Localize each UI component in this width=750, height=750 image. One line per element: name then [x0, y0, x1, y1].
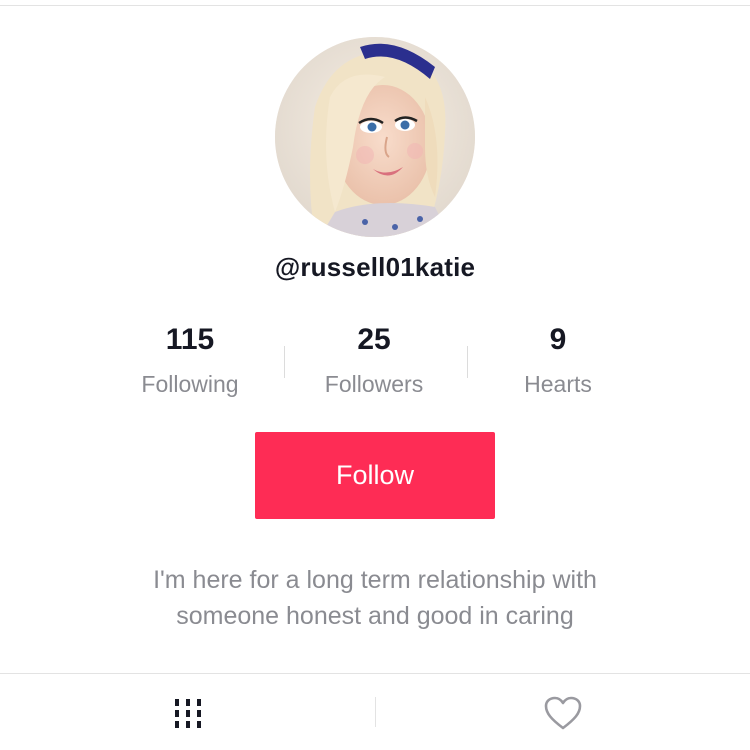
hearts-count: 9	[549, 323, 567, 356]
followers-stat[interactable]: 25 Followers	[284, 318, 464, 404]
following-count: 115	[165, 323, 215, 356]
hearts-stat: 9 Hearts	[468, 318, 648, 404]
tab-videos[interactable]	[130, 680, 245, 745]
bio-line-2: someone honest and good in caring	[176, 602, 574, 630]
avatar-image	[275, 37, 475, 237]
following-label: Following	[141, 371, 239, 397]
followers-label: Followers	[324, 371, 424, 397]
top-divider	[0, 5, 750, 6]
bio: I'm here for a long term relationship wi…	[80, 562, 670, 634]
grid-icon	[174, 698, 201, 728]
hearts-label: Hearts	[524, 371, 592, 397]
tab-liked[interactable]	[505, 680, 620, 745]
tabs-divider	[0, 673, 750, 674]
following-stat[interactable]: 115 Following	[100, 318, 280, 404]
followers-count: 25	[357, 323, 391, 356]
stats-row: 115 Following 25 Followers 9 Hearts	[100, 318, 650, 408]
heart-icon	[544, 696, 581, 729]
bio-line-1: I'm here for a long term relationship wi…	[153, 566, 597, 594]
profile-page: @russell01katie 115 Following 25 Followe…	[0, 0, 750, 750]
avatar[interactable]	[275, 37, 475, 237]
tab-separator	[375, 697, 376, 727]
username: @russell01katie	[274, 252, 476, 282]
follow-button[interactable]: Follow	[255, 432, 495, 519]
